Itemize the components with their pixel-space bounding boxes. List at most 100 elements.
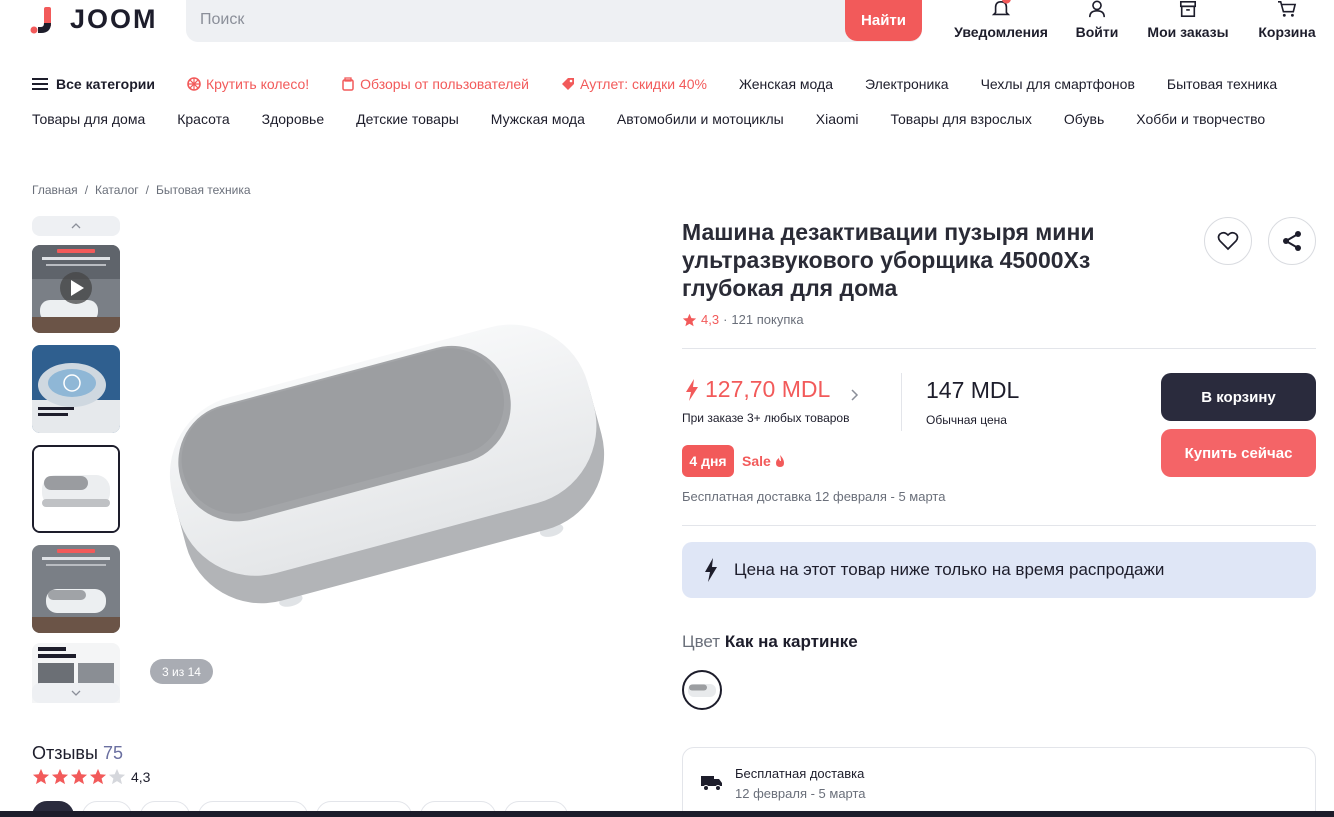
orders-label: Мои заказы (1147, 24, 1229, 40)
breadcrumb-home[interactable]: Главная (32, 183, 78, 197)
breadcrumb-category[interactable]: Бытовая техника (156, 183, 251, 197)
thumbnail-video[interactable] (32, 245, 120, 333)
image-counter: 3 из 14 (150, 659, 213, 684)
category-label: Автомобили и мотоциклы (616, 111, 784, 127)
category-user-reviews[interactable]: Обзоры от пользователей (341, 76, 529, 92)
add-to-cart-button[interactable]: В корзину (1161, 373, 1316, 421)
bell-icon (991, 0, 1011, 16)
category-label: Хобби и творчество (1136, 111, 1266, 127)
star-icon (89, 768, 107, 785)
sale-price-value: 127,70 MDL (705, 376, 831, 402)
orders-button[interactable]: Мои заказы (1146, 0, 1230, 44)
fire-icon (775, 454, 784, 467)
breadcrumb-separator: / (84, 183, 89, 197)
purchase-count: 121 покупка (731, 312, 804, 327)
lightning-icon (705, 558, 717, 582)
buy-now-button[interactable]: Купить сейчас (1161, 429, 1316, 477)
shipping-title: Бесплатная доставка (735, 766, 865, 781)
logo-icon (30, 5, 54, 34)
thumbnail-image (32, 545, 120, 633)
all-categories-menu[interactable]: Все категории (32, 76, 155, 92)
share-button[interactable] (1268, 217, 1316, 265)
sale-tag-label: Sale (742, 453, 771, 469)
category-beauty[interactable]: Красота (177, 111, 229, 127)
box-icon (1179, 0, 1197, 18)
chevron-up-icon (71, 223, 81, 229)
category-mens-fashion[interactable]: Мужская мода (491, 111, 585, 127)
thumbnail-scroll-up-button[interactable] (32, 216, 120, 236)
color-swatch-selected[interactable] (682, 670, 722, 710)
product-main-image[interactable] (150, 280, 610, 620)
category-adults[interactable]: Товары для взрослых (891, 111, 1032, 127)
category-bar-primary: Все категории Крутить колесо! Обзоры от … (32, 76, 1309, 92)
shipping-card[interactable]: Бесплатная доставка 12 февраля - 5 марта (682, 747, 1316, 817)
reviews-icon (342, 77, 354, 91)
category-hobby[interactable]: Хобби и творчество (1136, 111, 1265, 127)
category-phone-cases[interactable]: Чехлы для смартфонов (981, 76, 1135, 92)
search-button[interactable]: Найти (845, 0, 922, 41)
thumbnail-2[interactable] (32, 345, 120, 433)
sale-price[interactable]: 127,70 MDL (685, 376, 860, 403)
divider (682, 525, 1316, 526)
cart-icon (1278, 0, 1297, 17)
star-icon (682, 313, 697, 326)
all-categories-label: Все категории (56, 76, 155, 92)
breadcrumb-separator: / (145, 183, 149, 197)
breadcrumb-catalog[interactable]: Каталог (95, 183, 139, 197)
logo[interactable]: JOOM (30, 4, 158, 34)
color-key: Цвет (682, 632, 721, 651)
heart-icon (1217, 231, 1239, 251)
cart-label: Корзина (1258, 24, 1316, 40)
thumbnail-3-selected[interactable] (32, 445, 120, 533)
rating-value: 4,3 (701, 312, 720, 327)
category-electronics[interactable]: Электроника (865, 76, 949, 92)
reviews-rating-value: 4,3 (131, 768, 151, 785)
product-rating[interactable]: 4,3 · 121 покупка (682, 312, 804, 327)
window-bottom-edge (0, 811, 1334, 817)
delivery-info: Бесплатная доставка 12 февраля - 5 марта (682, 489, 946, 504)
user-reviews-label: Обзоры от пользователей (360, 76, 530, 92)
sale-banner: Цена на этот товар ниже только на время … (682, 542, 1316, 598)
favorite-button[interactable] (1204, 217, 1252, 265)
category-home[interactable]: Товары для дома (32, 111, 145, 127)
category-xiaomi[interactable]: Xiaomi (816, 111, 859, 127)
truck-icon (701, 776, 722, 791)
category-label: Женская мода (738, 76, 833, 92)
cart-button[interactable]: Корзина (1256, 0, 1318, 44)
star-icon (70, 768, 88, 785)
star-partial-icon (108, 768, 126, 785)
outlet-label: Аутлет: скидки 40% (580, 76, 707, 92)
category-health[interactable]: Здоровье (262, 111, 325, 127)
sale-tag: Sale (742, 453, 785, 469)
category-shoes[interactable]: Обувь (1064, 111, 1104, 127)
search-bar: Найти (186, 0, 922, 42)
shipping-dates: 12 февраля - 5 марта (735, 786, 866, 801)
product-photo (169, 324, 605, 607)
search-input[interactable] (200, 8, 800, 32)
category-kids[interactable]: Детские товары (356, 111, 459, 127)
header: JOOM Найти Уведомления Войти Мои заказы (0, 0, 1334, 44)
thumbnail-4[interactable] (32, 545, 120, 633)
menu-icon (32, 78, 48, 90)
chevron-right-icon (851, 388, 859, 401)
category-auto-moto[interactable]: Автомобили и мотоциклы (617, 111, 784, 127)
category-label: Обувь (1063, 111, 1105, 127)
thumbnail-scroll-down-button[interactable] (32, 683, 120, 703)
thumbnail-strip (32, 216, 120, 703)
login-button[interactable]: Войти (1073, 0, 1121, 44)
category-label: Мужская мода (490, 111, 585, 127)
category-outlet[interactable]: Аутлет: скидки 40% (561, 76, 707, 92)
star-icon (32, 768, 50, 785)
chevron-down-icon (71, 690, 81, 696)
color-value: Как на картинке (724, 632, 858, 651)
spin-wheel-label: Крутить колесо! (205, 76, 310, 92)
notifications-button[interactable]: Уведомления (954, 0, 1048, 44)
category-spin-wheel[interactable]: Крутить колесо! (187, 76, 309, 92)
regular-price: 147 MDL (926, 377, 1020, 403)
category-appliances[interactable]: Бытовая техника (1167, 76, 1277, 92)
rating-separator: · (723, 312, 728, 327)
category-womens-fashion[interactable]: Женская мода (739, 76, 833, 92)
reviews-count: 75 (102, 743, 123, 763)
sale-banner-text: Цена на этот товар ниже только на время … (734, 560, 1165, 579)
reviews-heading[interactable]: Отзывы 75 (32, 743, 123, 764)
